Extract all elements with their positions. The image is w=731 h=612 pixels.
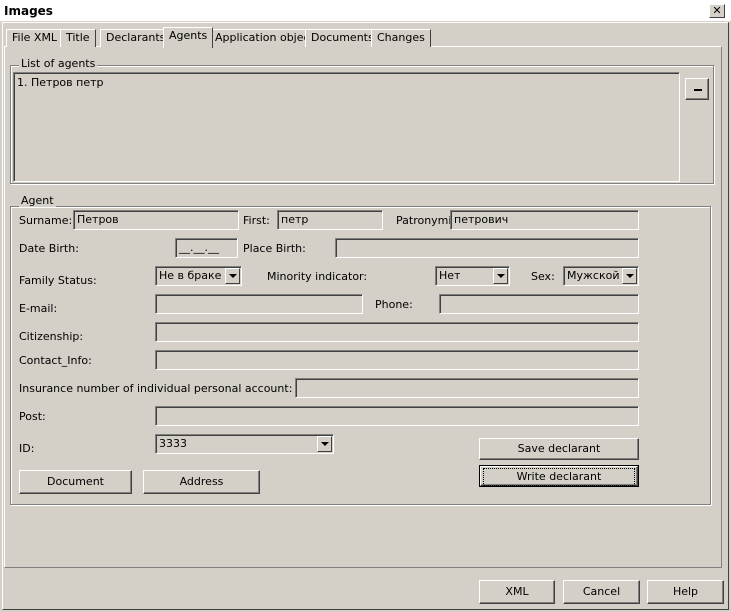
post-field[interactable] (155, 406, 639, 426)
minority-indicator-select[interactable]: Нет (435, 266, 510, 286)
id-value: 3333 (159, 437, 187, 450)
agents-listbox[interactable]: 1. Петров петр (13, 72, 680, 182)
first-name-field[interactable]: петр (277, 210, 383, 230)
post-label: Post: (19, 410, 46, 423)
tab-label: Agents (169, 29, 208, 42)
minority-indicator-label: Minority indicator: (267, 270, 368, 283)
tab-label: Application object (215, 31, 314, 44)
tab-file-xml[interactable]: File XML (6, 29, 64, 47)
place-birth-label: Place Birth: (243, 242, 306, 255)
id-label: ID: (19, 442, 35, 455)
first-name-label: First: (243, 214, 270, 227)
help-button[interactable]: Help (647, 580, 724, 604)
title-bar: Images ✕ (0, 0, 731, 22)
minority-indicator-value: Нет (439, 269, 461, 282)
sex-value: Мужской (567, 269, 620, 282)
insurance-number-field[interactable] (295, 378, 639, 398)
chevron-down-icon[interactable] (225, 268, 240, 284)
date-birth-label: Date Birth: (19, 242, 79, 255)
tab-label: Changes (377, 31, 425, 44)
tab-declarants[interactable]: Declarants (100, 29, 172, 47)
place-birth-field[interactable] (335, 238, 639, 258)
tab-application-object[interactable]: Application object (209, 29, 320, 47)
chevron-down-icon[interactable] (493, 268, 508, 284)
tab-label: Documents (311, 31, 374, 44)
surname-label: Surname: (19, 214, 73, 227)
tab-label: Title (66, 31, 90, 44)
xml-button[interactable]: XML (479, 580, 555, 604)
cancel-button[interactable]: Cancel (563, 580, 640, 604)
close-icon: ✕ (712, 4, 722, 17)
minus-icon (694, 89, 702, 91)
tab-label: File XML (12, 31, 58, 44)
agents-list-group-label: List of agents (19, 57, 98, 70)
phone-label: Phone: (375, 298, 413, 311)
insurance-number-label: Insurance number of individual personal … (19, 382, 293, 395)
citizenship-label: Citizenship: (19, 330, 84, 343)
email-field[interactable] (155, 294, 363, 314)
tab-title[interactable]: Title (60, 29, 96, 47)
patronymic-field[interactable]: петрович (450, 210, 639, 230)
tab-documents[interactable]: Documents (305, 29, 380, 47)
sex-select[interactable]: Мужской (563, 266, 639, 286)
agent-group-label: Agent (19, 194, 56, 207)
window-title: Images (4, 4, 53, 18)
remove-agent-button[interactable] (685, 78, 709, 100)
chevron-down-icon[interactable] (622, 268, 637, 284)
list-item[interactable]: 1. Петров петр (17, 76, 103, 89)
citizenship-field[interactable] (155, 322, 639, 342)
family-status-select[interactable]: Не в браке (155, 266, 242, 286)
chevron-down-icon[interactable] (317, 436, 332, 452)
address-button[interactable]: Address (143, 470, 260, 494)
save-declarant-button[interactable]: Save declarant (479, 438, 639, 460)
tab-agents[interactable]: Agents (163, 27, 214, 48)
id-select[interactable]: 3333 (155, 434, 334, 454)
family-status-value: Не в браке (159, 269, 222, 282)
tab-changes[interactable]: Changes (371, 29, 431, 47)
sex-label: Sex: (531, 270, 555, 283)
email-label: E-mail: (19, 302, 58, 315)
close-button[interactable]: ✕ (709, 4, 725, 18)
document-button[interactable]: Document (19, 470, 132, 494)
contact-info-field[interactable] (155, 350, 639, 370)
surname-field[interactable]: Петров (73, 210, 239, 230)
date-birth-field[interactable]: __.__.__ (175, 238, 238, 258)
contact-info-label: Contact_Info: (19, 354, 92, 367)
phone-field[interactable] (439, 294, 639, 314)
family-status-label: Family Status: (19, 274, 97, 287)
write-declarant-button[interactable]: Write declarant (479, 465, 639, 487)
write-declarant-label: Write declarant (483, 468, 635, 486)
tab-label: Declarants (106, 31, 166, 44)
